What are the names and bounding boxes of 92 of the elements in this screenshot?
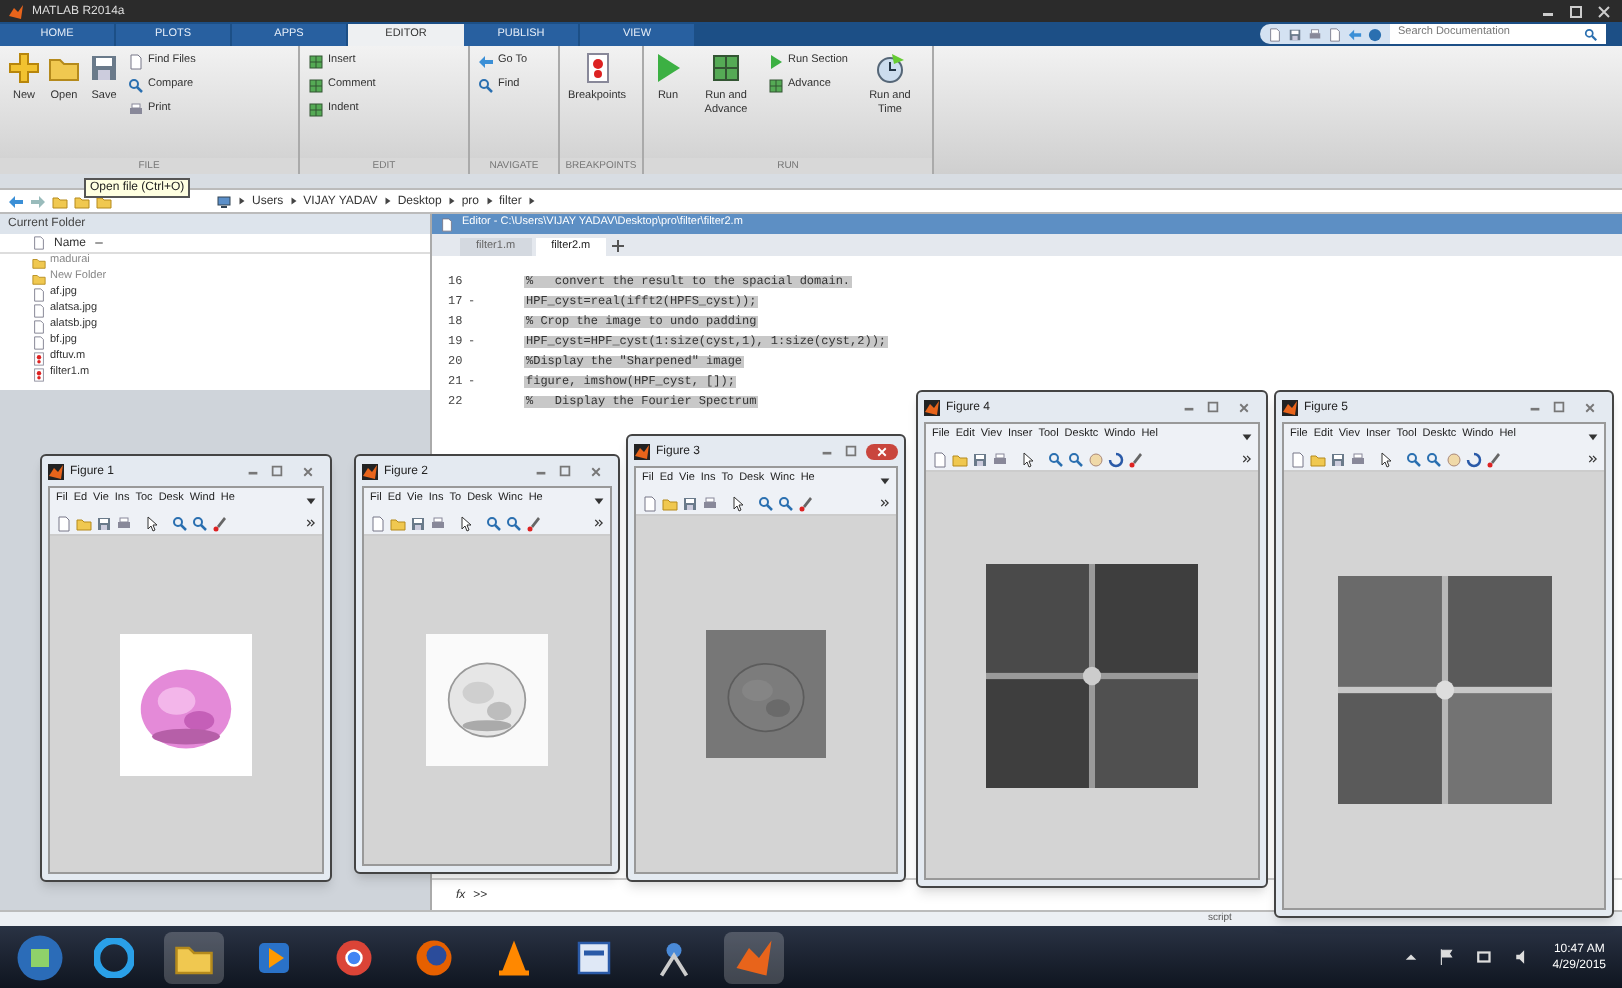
pointer-icon[interactable] <box>1020 451 1036 467</box>
matlab-logo-icon <box>634 443 650 459</box>
traffic-cone-icon[interactable] <box>494 937 534 977</box>
zoom-in-icon[interactable] <box>1406 451 1422 467</box>
matlab-logo-icon <box>48 463 64 479</box>
flag-icon[interactable] <box>1438 948 1457 966</box>
print-icon[interactable] <box>116 515 132 531</box>
matlab-logo-icon <box>924 399 940 415</box>
matlab-logo-icon[interactable] <box>734 937 774 977</box>
close-icon <box>1584 401 1596 413</box>
close-icon <box>876 445 888 457</box>
toolbar-overflow-icon[interactable] <box>594 518 604 528</box>
toolbar-overflow-icon[interactable] <box>1588 454 1598 464</box>
rotate-icon[interactable] <box>1466 451 1482 467</box>
brush-icon[interactable] <box>526 515 542 531</box>
zoom-out-icon[interactable] <box>1068 451 1084 467</box>
zoom-in-icon[interactable] <box>1048 451 1064 467</box>
document-icon[interactable] <box>1268 27 1282 41</box>
printer-icon[interactable] <box>1308 27 1322 41</box>
toolbar-overflow-icon[interactable] <box>306 518 316 528</box>
arrow-icon <box>478 54 494 70</box>
close-icon <box>302 465 314 477</box>
play-icon <box>768 54 784 70</box>
chevron-icon <box>485 196 493 206</box>
search-icon <box>128 78 144 94</box>
matlab-logo-icon <box>1282 399 1298 415</box>
grid-icon <box>308 102 324 118</box>
search-icon <box>478 78 494 94</box>
document-icon <box>128 54 144 70</box>
play-icon <box>652 52 684 84</box>
brush-icon[interactable] <box>1486 451 1502 467</box>
chevron-icon <box>383 196 392 206</box>
save-icon[interactable] <box>410 515 426 531</box>
zoom-in-icon[interactable] <box>486 515 502 531</box>
pointer-icon[interactable] <box>1378 451 1394 467</box>
brush-icon[interactable] <box>798 495 814 511</box>
zoom-out-icon[interactable] <box>506 515 522 531</box>
overflow-arrow-icon[interactable] <box>306 495 316 505</box>
save-icon[interactable] <box>972 451 988 467</box>
chevron-icon <box>238 196 246 206</box>
brush-icon[interactable] <box>212 515 228 531</box>
print-icon[interactable] <box>1350 451 1366 467</box>
rotate-icon[interactable] <box>1108 451 1124 467</box>
zoom-out-icon[interactable] <box>192 515 208 531</box>
print-icon[interactable] <box>430 515 446 531</box>
grid-icon <box>768 78 784 94</box>
pointer-icon[interactable] <box>730 495 746 511</box>
media-player-icon[interactable] <box>254 937 294 977</box>
pointer-icon[interactable] <box>458 515 474 531</box>
back-arrow-icon[interactable] <box>8 193 24 209</box>
toolbar-overflow-icon[interactable] <box>880 498 890 508</box>
add-tab-icon[interactable] <box>610 238 627 254</box>
search-icon[interactable] <box>1584 27 1598 41</box>
save-icon[interactable] <box>96 515 112 531</box>
document-icon[interactable] <box>1328 27 1342 41</box>
chevron-icon <box>527 196 536 206</box>
start-orb-icon[interactable] <box>16 933 64 981</box>
zoom-out-icon[interactable] <box>1426 451 1442 467</box>
clock-icon <box>873 52 906 84</box>
computer-icon[interactable] <box>216 193 232 209</box>
plus-icon <box>8 52 40 84</box>
zoom-out-icon[interactable] <box>778 495 794 511</box>
browser-icon[interactable] <box>334 937 374 977</box>
save-icon[interactable] <box>682 495 698 511</box>
breakpoint-icon <box>581 52 614 84</box>
maximize-icon[interactable] <box>1566 3 1586 19</box>
overflow-arrow-icon[interactable] <box>880 475 890 485</box>
printer-icon <box>128 102 144 118</box>
document-window-icon[interactable] <box>574 937 614 977</box>
toolbar-overflow-icon[interactable] <box>1242 454 1252 464</box>
pointer-icon[interactable] <box>144 515 160 531</box>
chevron-icon <box>289 196 298 206</box>
zoom-in-icon[interactable] <box>758 495 774 511</box>
save-icon[interactable] <box>1330 451 1346 467</box>
zoom-in-icon[interactable] <box>172 515 188 531</box>
brush-icon[interactable] <box>1128 451 1144 467</box>
close-button[interactable] <box>866 443 898 459</box>
arrow-icon[interactable] <box>1348 27 1362 41</box>
grid-icon <box>308 54 324 70</box>
grid-icon <box>308 78 324 94</box>
overflow-arrow-icon[interactable] <box>1242 431 1252 441</box>
close-icon[interactable] <box>1594 3 1614 19</box>
chevron-icon <box>447 196 456 206</box>
print-icon[interactable] <box>992 451 1008 467</box>
matlab-logo-icon <box>362 463 378 479</box>
overflow-arrow-icon[interactable] <box>594 495 604 505</box>
caret-icon[interactable] <box>1404 950 1419 964</box>
close-icon <box>1238 401 1250 413</box>
print-icon[interactable] <box>702 495 718 511</box>
close-icon <box>590 465 602 477</box>
overflow-arrow-icon[interactable] <box>1588 431 1598 441</box>
grid-icon <box>710 52 742 84</box>
